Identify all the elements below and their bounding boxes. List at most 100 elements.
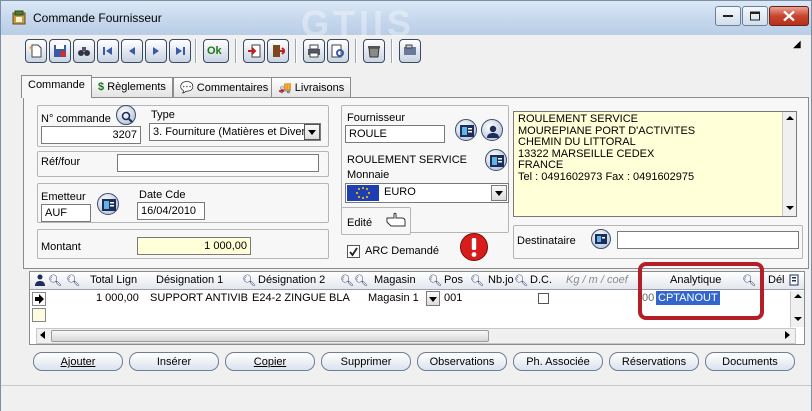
scroll-down-icon[interactable] <box>786 206 794 210</box>
copier-button[interactable]: Copier <box>225 352 315 371</box>
search-icon[interactable]: 🔍︎ <box>242 274 256 287</box>
save-button[interactable] <box>49 39 71 63</box>
new-row-indicator[interactable] <box>32 308 46 322</box>
cell-designation1[interactable]: SUPPORT ANTIVIB <box>150 292 248 304</box>
dc-checkbox[interactable] <box>538 293 549 304</box>
scroll-up-icon[interactable] <box>794 294 802 298</box>
search-icon[interactable]: 🔍︎ <box>340 274 354 287</box>
cell-magasin[interactable]: Magasin 1 <box>368 292 419 304</box>
search-icon[interactable]: 🔍︎ <box>48 274 62 287</box>
new-document-button[interactable] <box>25 39 47 63</box>
toolbar-separator <box>295 39 297 63</box>
col-designation2[interactable]: Désignation 2 <box>258 274 325 286</box>
fournisseur-field[interactable]: ROULE <box>345 125 445 143</box>
tab-reglements-label: Règlements <box>107 81 166 93</box>
search-icon[interactable]: 🔍︎ <box>514 274 528 287</box>
supprimer-button[interactable]: Supprimer <box>321 352 411 371</box>
dollar-icon: $ <box>98 81 105 93</box>
destinataire-lookup-button[interactable] <box>591 229 611 249</box>
type-dropdown-button[interactable] <box>304 124 320 140</box>
search-icon[interactable]: 🔍︎ <box>354 274 368 287</box>
scroll-down-icon[interactable] <box>794 317 802 321</box>
first-record-button[interactable] <box>97 39 119 63</box>
magasin-dropdown-button[interactable] <box>426 291 440 306</box>
fournisseur-card-button[interactable] <box>455 119 477 141</box>
ph-associee-button[interactable]: Ph. Associée <box>513 352 603 371</box>
num-commande-field[interactable]: 3207 <box>41 126 141 144</box>
search-icon[interactable]: 🔍︎ <box>66 274 80 287</box>
search-record-button[interactable] <box>73 39 95 63</box>
title-bar[interactable]: Commande Fournisseur GTIIS <box>1 1 811 44</box>
emetteur-lookup-button[interactable] <box>97 193 119 215</box>
settings-button[interactable] <box>399 39 421 63</box>
hand-pointer-icon[interactable] <box>385 211 407 229</box>
print-preview-button[interactable] <box>327 39 349 63</box>
col-total-ligne[interactable]: Total Lign <box>90 274 137 286</box>
previous-record-icon <box>129 47 135 55</box>
person-icon[interactable] <box>34 274 46 286</box>
type-select[interactable]: 3. Fourniture (Matières et Divers <box>149 123 321 141</box>
column-settings-icon[interactable] <box>788 274 800 286</box>
tab-commentaires[interactable]: 💬 Commentaires <box>173 77 276 97</box>
cell-pos[interactable]: 001 <box>444 292 462 304</box>
reservations-button[interactable]: Réservations <box>609 352 699 371</box>
destinataire-field[interactable] <box>617 231 799 249</box>
row-indicator[interactable] <box>32 292 46 306</box>
col-kg-m-coef[interactable]: Kg / m / coef <box>566 274 628 286</box>
cell-total[interactable]: 1 000,00 <box>96 292 139 304</box>
print-button[interactable] <box>303 39 325 63</box>
documents-button[interactable]: Documents <box>705 352 795 371</box>
scroll-up-icon[interactable] <box>786 116 794 120</box>
exit-button[interactable] <box>267 39 289 63</box>
fournisseur-name-button[interactable] <box>485 149 507 171</box>
ref-four-field[interactable] <box>117 154 319 172</box>
scroll-left-icon[interactable] <box>40 331 45 339</box>
edite-label: Edité <box>347 217 373 229</box>
col-pos[interactable]: Pos <box>444 274 463 286</box>
maximize-button[interactable] <box>742 6 768 26</box>
previous-record-button[interactable] <box>121 39 143 63</box>
ajouter-button[interactable]: Ajouter <box>33 352 123 371</box>
next-record-button[interactable] <box>145 39 167 63</box>
search-icon <box>121 111 133 123</box>
address-scrollbar[interactable] <box>782 112 796 216</box>
scroll-thumb[interactable] <box>51 330 489 342</box>
emetteur-field[interactable]: AUF <box>41 204 91 222</box>
scroll-right-icon[interactable] <box>785 331 790 339</box>
tab-commande[interactable]: Commande <box>21 75 92 98</box>
monnaie-dropdown-button[interactable] <box>491 185 507 201</box>
ok-button[interactable]: Ok <box>203 39 229 63</box>
col-nb-jours[interactable]: Nb.jo <box>488 274 514 286</box>
tab-livraisons[interactable]: 🚚 Livraisons <box>271 77 352 97</box>
search-icon[interactable]: 🔍︎ <box>470 274 484 287</box>
col-dc[interactable]: D.C. <box>530 274 552 286</box>
col-designation1[interactable]: Désignation 1 <box>156 274 223 286</box>
toolbar-overflow-icon[interactable]: ◢ <box>793 39 801 50</box>
ph-associee-label: Ph. Associée <box>526 356 590 368</box>
last-record-button[interactable] <box>169 39 191 63</box>
cell-designation2[interactable]: E24-2 ZINGUE BLA <box>252 292 350 304</box>
delete-button[interactable] <box>363 39 385 63</box>
arc-demande-checkbox[interactable] <box>347 245 360 258</box>
status-bar <box>1 385 811 411</box>
import-icon <box>248 44 261 58</box>
col-magasin[interactable]: Magasin <box>374 274 416 286</box>
col-delai[interactable]: Dél <box>768 274 785 286</box>
chevron-down-icon <box>495 191 503 196</box>
date-cde-field[interactable]: 16/04/2010 <box>137 202 205 220</box>
ok-label: Ok <box>207 45 222 57</box>
maximize-icon <box>750 11 760 21</box>
current-row-arrow-icon <box>35 294 44 304</box>
search-order-button[interactable] <box>116 105 136 125</box>
inserer-button[interactable]: Insérer <box>129 352 219 371</box>
minimize-button[interactable] <box>715 6 741 26</box>
observations-button[interactable]: Observations <box>417 352 507 371</box>
grid-vertical-scrollbar[interactable] <box>790 291 804 327</box>
close-button[interactable] <box>769 6 809 26</box>
fournisseur-contact-button[interactable] <box>481 119 503 141</box>
tab-reglements[interactable]: $ Règlements <box>91 77 173 97</box>
grid-horizontal-scrollbar[interactable] <box>36 328 796 344</box>
import-button[interactable] <box>243 39 265 63</box>
tab-commentaires-label: Commentaires <box>196 82 269 94</box>
search-icon[interactable]: 🔍︎ <box>428 274 442 287</box>
